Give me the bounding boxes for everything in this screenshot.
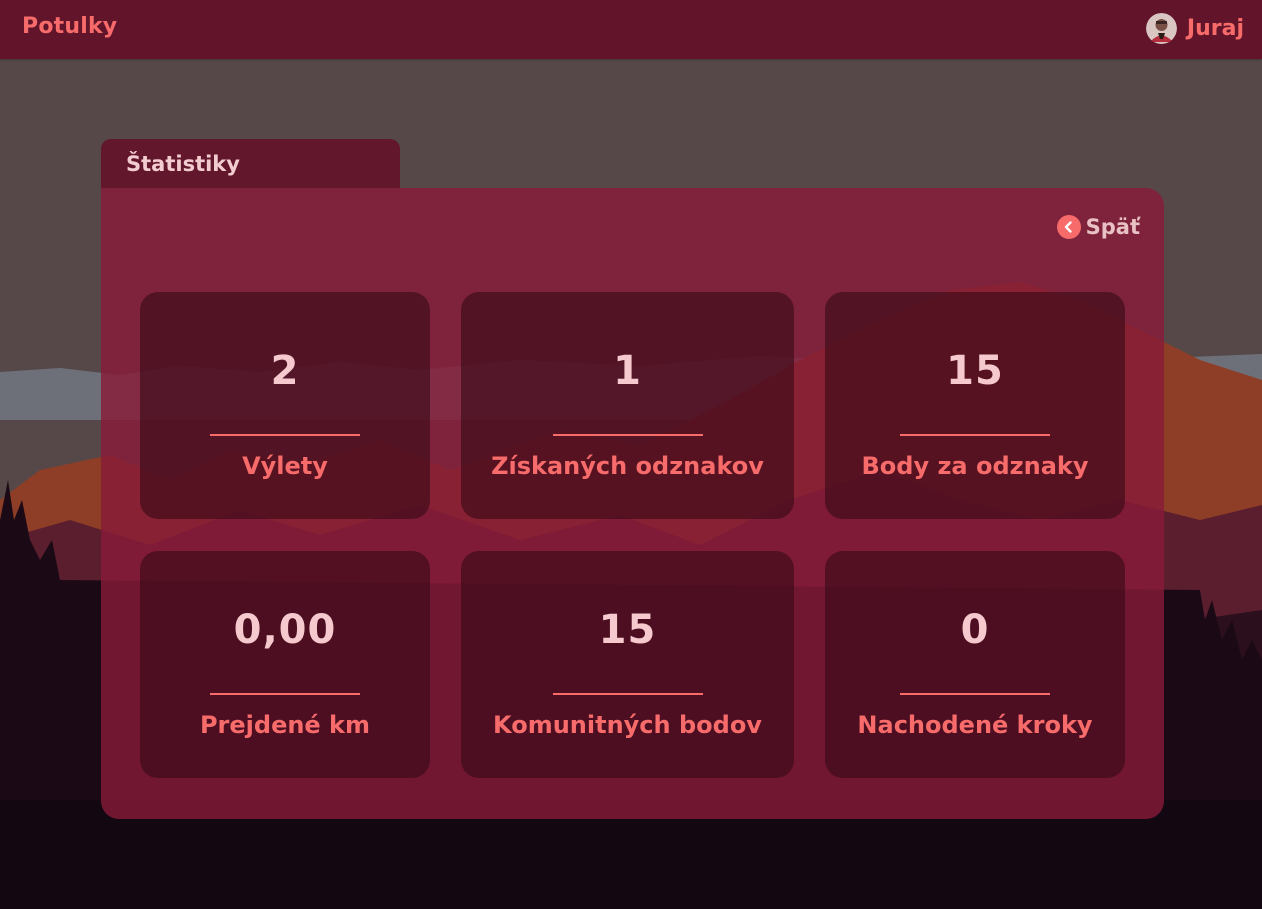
- stat-label: Body za odznaky: [861, 452, 1089, 480]
- stat-label: Nachodené kroky: [857, 711, 1093, 739]
- stat-card-trips: 2 Výlety: [140, 292, 430, 519]
- stat-label: Komunitných bodov: [493, 711, 762, 739]
- stat-divider: [552, 693, 703, 695]
- stat-label: Získaných odznakov: [491, 452, 764, 480]
- stat-card-community-points: 15 Komunitných bodov: [461, 551, 794, 778]
- stat-value: 15: [598, 607, 657, 653]
- stat-value: 15: [946, 348, 1004, 394]
- section-title: Štatistiky: [126, 152, 240, 176]
- statistics-panel: Späť 2 Výlety 1 Získaných odznakov 15 Bo…: [101, 188, 1164, 819]
- stat-card-steps: 0 Nachodené kroky: [825, 551, 1125, 778]
- stat-value: 2: [270, 348, 300, 394]
- user-profile-menu[interactable]: Juraj: [1145, 13, 1244, 44]
- statistics-section-tab: Štatistiky: [101, 139, 400, 188]
- back-button-label: Späť: [1085, 215, 1140, 239]
- stat-label: Prejdené km: [199, 711, 371, 739]
- stat-divider: [552, 434, 703, 436]
- back-button[interactable]: Späť: [1056, 215, 1140, 239]
- top-navigation-bar: Potulky Juraj: [0, 0, 1262, 59]
- stat-value: 0: [960, 607, 990, 653]
- stat-value: 1: [613, 348, 642, 394]
- stat-divider: [210, 693, 360, 695]
- stat-divider: [900, 693, 1050, 695]
- stat-divider: [900, 434, 1050, 436]
- stat-label: Výlety: [242, 452, 328, 480]
- stat-card-badges-earned: 1 Získaných odznakov: [461, 292, 794, 519]
- stat-divider: [210, 434, 360, 436]
- user-name: Juraj: [1186, 16, 1244, 41]
- stat-value: 0,00: [233, 607, 337, 653]
- chevron-left-icon: [1056, 215, 1081, 239]
- stat-card-badge-points: 15 Body za odznaky: [825, 292, 1125, 519]
- brand-logo-link[interactable]: Potulky: [22, 14, 117, 39]
- user-avatar-icon: [1145, 13, 1177, 44]
- stat-card-distance-km: 0,00 Prejdené km: [140, 551, 430, 778]
